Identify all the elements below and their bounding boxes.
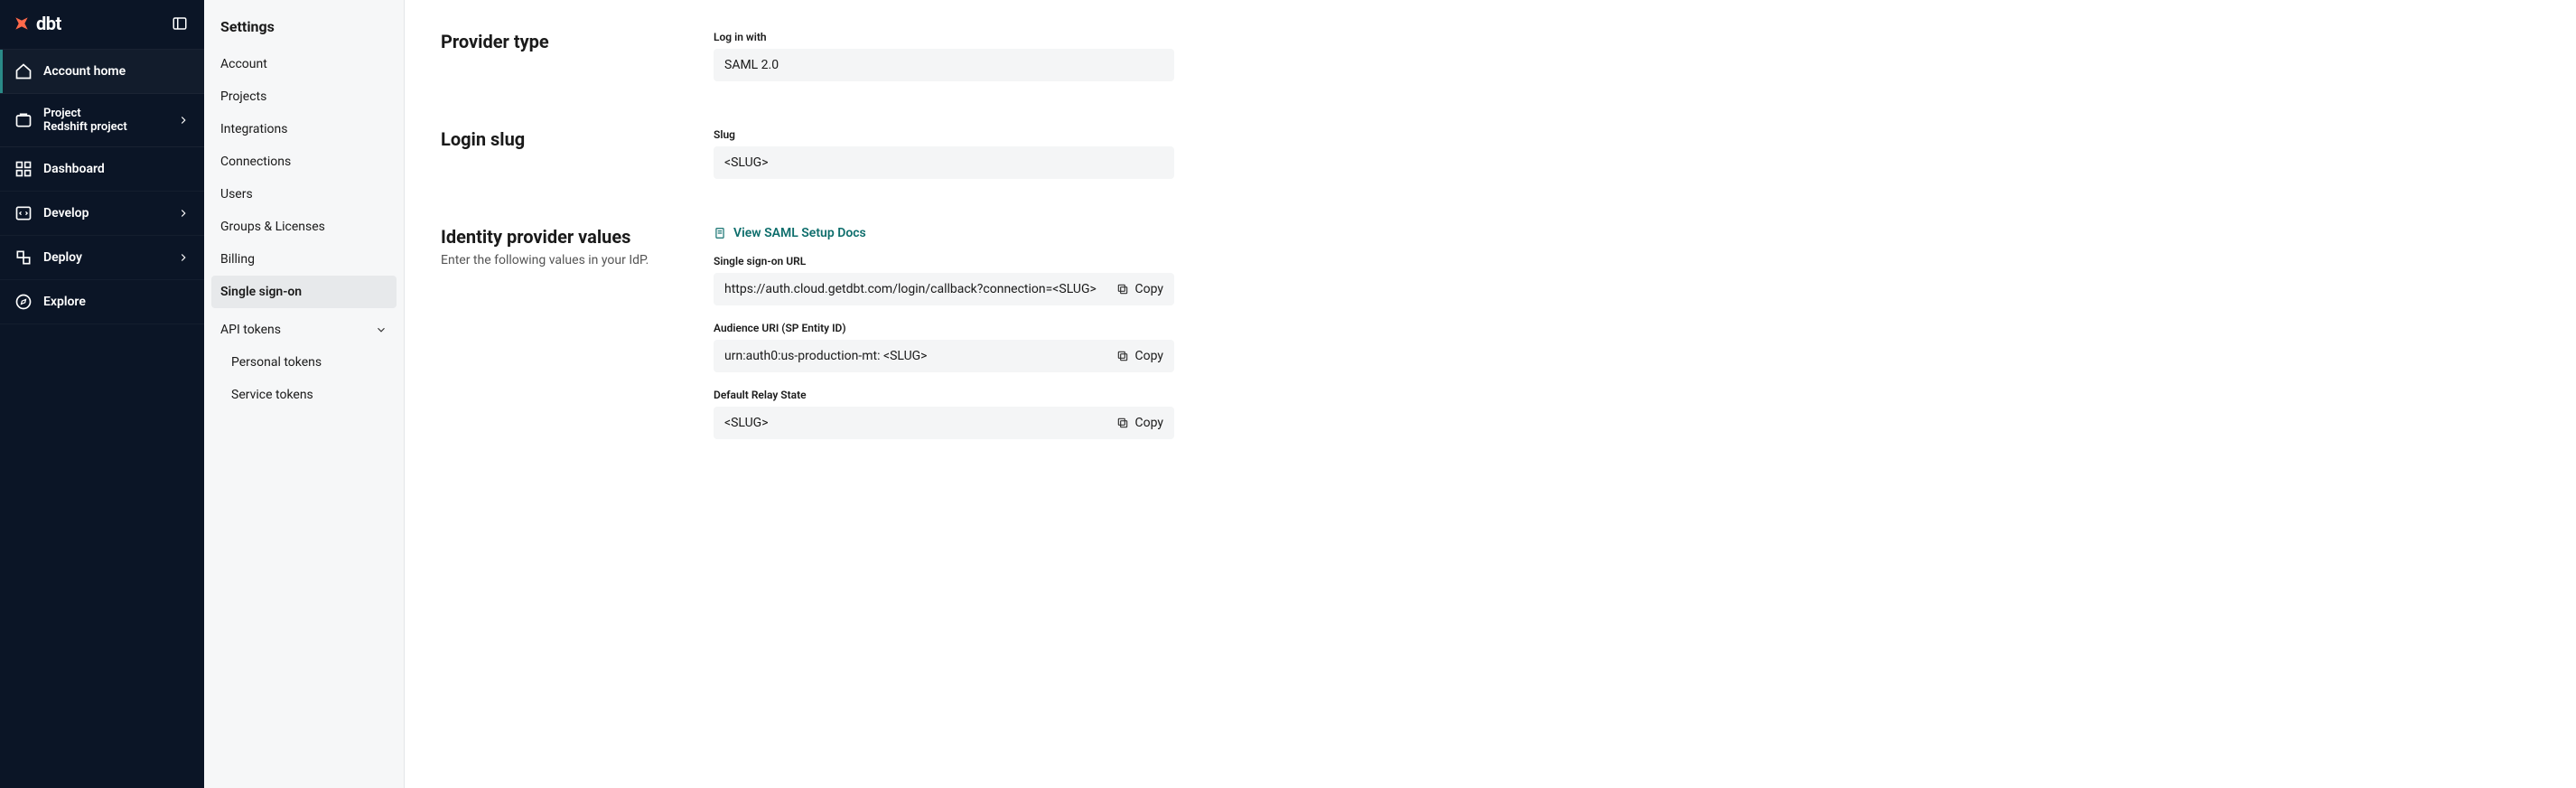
settings-item-groups[interactable]: Groups & Licenses xyxy=(211,211,397,243)
field-label-slug: Slug xyxy=(714,128,1174,141)
home-icon xyxy=(14,62,33,80)
nav-project[interactable]: Project Redshift project xyxy=(0,94,204,147)
brand-logo[interactable]: dbt xyxy=(13,13,61,34)
field-value: https://auth.cloud.getdbt.com/login/call… xyxy=(724,282,1097,296)
brand-name: dbt xyxy=(36,13,61,34)
settings-item-account[interactable]: Account xyxy=(211,48,397,80)
section-idp-values: Identity provider values Enter the follo… xyxy=(441,226,2540,439)
nav-deploy[interactable]: Deploy xyxy=(0,236,204,280)
field-value: urn:auth0:us-production-mt: <SLUG> xyxy=(724,349,928,363)
main-content: Provider type Log in with SAML 2.0 Login… xyxy=(405,0,2576,788)
nav-explore[interactable]: Explore xyxy=(0,280,204,324)
field-label-audience: Audience URI (SP Entity ID) xyxy=(714,322,1174,334)
nav-account-home[interactable]: Account home xyxy=(0,50,204,94)
settings-item-users[interactable]: Users xyxy=(211,178,397,211)
primary-sidebar: dbt Account home Project Redshift projec… xyxy=(0,0,204,788)
field-label-relay: Default Relay State xyxy=(714,389,1174,401)
develop-icon xyxy=(14,204,33,222)
settings-item-projects[interactable]: Projects xyxy=(211,80,397,113)
chevron-down-icon xyxy=(375,324,387,336)
chevron-right-icon xyxy=(177,207,190,220)
nav-label: Explore xyxy=(43,295,190,309)
copy-label: Copy xyxy=(1134,282,1163,296)
nav-label: Account home xyxy=(43,64,190,79)
docs-link-text: View SAML Setup Docs xyxy=(733,226,866,240)
section-provider-type: Provider type Log in with SAML 2.0 xyxy=(441,31,2540,81)
field-login-with: SAML 2.0 xyxy=(714,49,1174,81)
settings-item-personal-tokens[interactable]: Personal tokens xyxy=(211,346,397,379)
explore-icon xyxy=(14,293,33,311)
field-value: SAML 2.0 xyxy=(724,58,779,72)
document-icon xyxy=(714,227,726,239)
copy-button-relay[interactable]: Copy xyxy=(1116,416,1163,430)
nav-project-name: Redshift project xyxy=(43,120,166,134)
copy-icon xyxy=(1116,350,1129,362)
collapse-sidebar-button[interactable] xyxy=(170,14,190,33)
saml-docs-link[interactable]: View SAML Setup Docs xyxy=(714,226,1174,240)
settings-sidebar: Settings Account Projects Integrations C… xyxy=(204,0,405,788)
field-label-login-with: Log in with xyxy=(714,31,1174,43)
copy-button-sso-url[interactable]: Copy xyxy=(1116,282,1163,296)
field-slug: <SLUG> xyxy=(714,146,1174,179)
field-label-sso-url: Single sign-on URL xyxy=(714,255,1174,267)
logo-row: dbt xyxy=(0,0,204,50)
settings-item-service-tokens[interactable]: Service tokens xyxy=(211,379,397,411)
section-title: Provider type xyxy=(441,31,677,52)
project-icon xyxy=(14,111,33,129)
copy-label: Copy xyxy=(1134,349,1163,363)
section-login-slug: Login slug Slug <SLUG> xyxy=(441,128,2540,179)
field-relay-state: <SLUG> Copy xyxy=(714,407,1174,439)
field-sso-url: https://auth.cloud.getdbt.com/login/call… xyxy=(714,273,1174,305)
deploy-icon xyxy=(14,249,33,267)
settings-item-integrations[interactable]: Integrations xyxy=(211,113,397,145)
field-value: <SLUG> xyxy=(724,416,769,430)
dashboard-icon xyxy=(14,160,33,178)
copy-icon xyxy=(1116,417,1129,429)
copy-icon xyxy=(1116,283,1129,296)
settings-item-sso[interactable]: Single sign-on xyxy=(211,276,397,308)
settings-item-connections[interactable]: Connections xyxy=(211,145,397,178)
settings-item-api-tokens[interactable]: API tokens xyxy=(211,314,397,346)
chevron-right-icon xyxy=(177,114,190,127)
chevron-right-icon xyxy=(177,251,190,264)
field-value: <SLUG> xyxy=(724,155,769,170)
settings-title: Settings xyxy=(211,18,397,48)
settings-item-label: API tokens xyxy=(220,323,281,337)
settings-item-billing[interactable]: Billing xyxy=(211,243,397,276)
nav-project-label: Project xyxy=(43,107,166,120)
copy-label: Copy xyxy=(1134,416,1163,430)
field-audience-uri: urn:auth0:us-production-mt: <SLUG> Copy xyxy=(714,340,1174,372)
nav-label: Develop xyxy=(43,206,166,220)
nav-dashboard[interactable]: Dashboard xyxy=(0,147,204,192)
copy-button-audience[interactable]: Copy xyxy=(1116,349,1163,363)
nav-label: Dashboard xyxy=(43,162,190,176)
nav-develop[interactable]: Develop xyxy=(0,192,204,236)
dbt-logo-icon xyxy=(13,14,31,33)
nav-label: Deploy xyxy=(43,250,166,265)
section-desc: Enter the following values in your IdP. xyxy=(441,253,677,267)
section-title: Login slug xyxy=(441,128,677,150)
section-title: Identity provider values xyxy=(441,226,677,248)
